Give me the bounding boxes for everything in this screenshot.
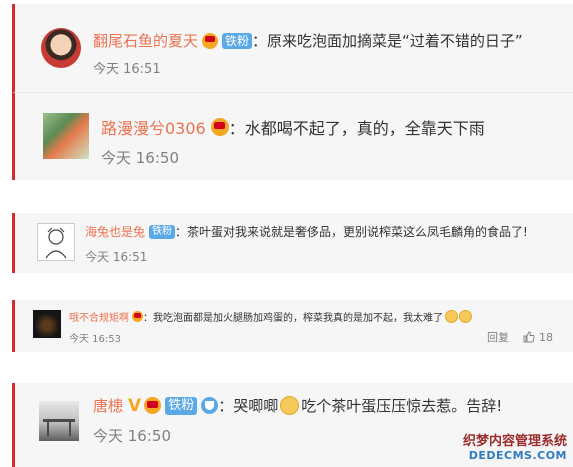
separator: ：: [218, 397, 234, 415]
timestamp: 今天 16:51: [93, 62, 161, 77]
comment-text: 茶叶蛋对我来说就是奢侈品，更别说榨菜这么凤毛麟角的食品了!: [187, 225, 528, 239]
avatar[interactable]: [41, 28, 81, 68]
member-crown-icon: [202, 32, 219, 49]
avatar[interactable]: [33, 310, 61, 338]
avatar[interactable]: [37, 223, 75, 261]
username[interactable]: 翻尾石鱼的夏天: [93, 30, 198, 51]
blush-emoji-icon: [280, 396, 300, 415]
crying-emoji-icon: [445, 310, 458, 323]
reply-button[interactable]: 回复: [487, 329, 509, 345]
separator: ：: [252, 32, 268, 50]
comment-text-before: 哭唧唧: [233, 397, 279, 415]
member-crown-icon: [132, 311, 143, 322]
comment-card-2: 路漫漫兮0306 ： 水都喝不起了，真的，全靠天下雨 今天 16:50: [12, 92, 573, 180]
comment-card-4: 哦不合规矩啊 ： 我吃泡面都是加火腿肠加鸡蛋的，榨菜我真的是加不起，我太难了 今…: [12, 300, 573, 352]
timestamp: 今天 16:53: [69, 334, 121, 345]
sketch-figure-icon: [45, 227, 67, 259]
fan-badge[interactable]: 铁粉: [149, 224, 176, 239]
member-crown-icon: [210, 118, 229, 136]
separator: ：: [228, 119, 245, 138]
thumbs-up-icon: [523, 331, 535, 343]
comment-card-1: 翻尾石鱼的夏天 铁粉 ： 原来吃泡面加摘菜是“过着不错的日子” 今天 16:51: [12, 4, 573, 92]
comment-text: 原来吃泡面加摘菜是“过着不错的日子”: [267, 32, 523, 50]
timestamp: 今天 16:51: [85, 250, 148, 264]
watermark: 织梦内容管理系统 DEDECMS.COM: [462, 434, 567, 463]
verified-icon: V: [128, 395, 142, 416]
like-count: 18: [539, 330, 553, 344]
comment-text: 我吃泡面都是加火腿肠加鸡蛋的，榨菜我真的是加不起，我太难了: [153, 313, 443, 324]
watermark-line2: DEDECMS.COM: [468, 449, 567, 463]
comment-text: 水都喝不起了，真的，全靠天下雨: [244, 119, 485, 138]
timestamp: 今天 16:50: [101, 149, 179, 167]
separator: ：: [143, 313, 153, 324]
crying-emoji-icon: [459, 310, 472, 323]
member-crown-icon: [144, 397, 162, 414]
username[interactable]: 路漫漫兮0306: [101, 115, 206, 139]
fan-badge[interactable]: 铁粉: [222, 32, 253, 49]
comment-text-after: 吃个茶叶蛋压压惊去惹。告辞!: [301, 397, 503, 415]
avatar[interactable]: [39, 401, 79, 441]
comment-card-3: 海兔也是兔 铁粉 ： 茶叶蛋对我来说就是奢侈品，更别说榨菜这么凤毛麟角的食品了!…: [12, 213, 573, 273]
username[interactable]: 海兔也是兔: [85, 223, 145, 240]
like-button[interactable]: 18: [523, 331, 553, 344]
landscape-photo-icon: [43, 419, 75, 436]
timestamp: 今天 16:50: [93, 427, 171, 445]
username[interactable]: 哦不合规矩啊: [69, 309, 129, 324]
separator: ：: [175, 225, 188, 239]
watermark-line1: 织梦内容管理系统: [462, 434, 567, 450]
username[interactable]: 唐槵: [93, 395, 123, 416]
avatar[interactable]: [43, 113, 89, 159]
fan-badge[interactable]: 铁粉: [165, 396, 198, 415]
shield-icon: [201, 397, 219, 414]
